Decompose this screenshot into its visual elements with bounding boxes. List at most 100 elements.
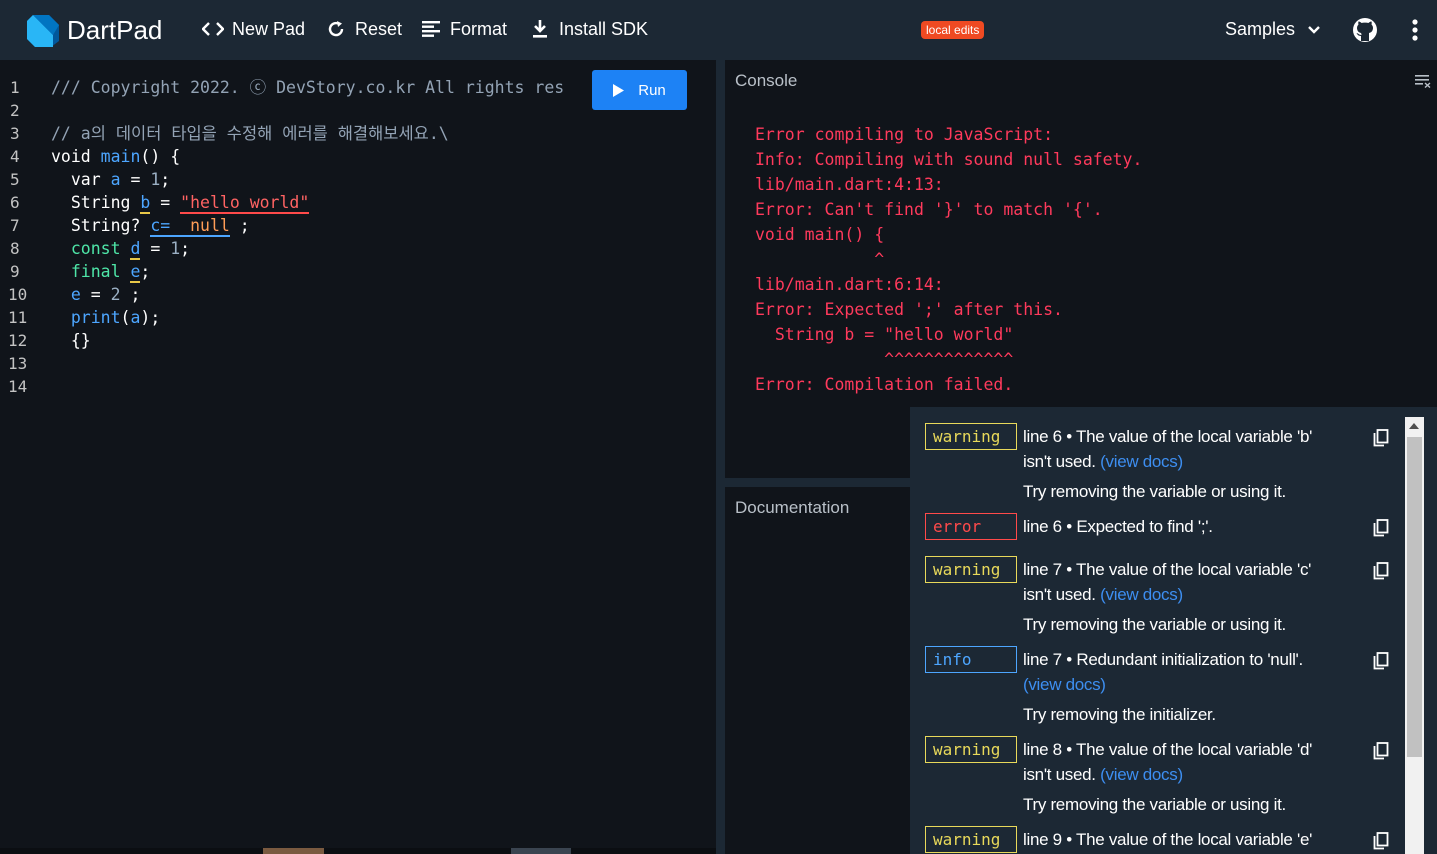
view-docs-link[interactable]: (view docs) — [1023, 675, 1106, 694]
samples-dropdown[interactable]: Samples — [1225, 19, 1321, 40]
code-token: 2 — [110, 285, 121, 304]
issue-message: line 6 • The value of the local variable… — [1023, 424, 1343, 474]
clear-console-icon[interactable] — [1415, 74, 1431, 88]
issue-fix-hint: Try removing the initializer. — [1023, 705, 1216, 724]
github-icon[interactable] — [1352, 17, 1378, 43]
issue-message-text: isn't used. — [1023, 585, 1096, 604]
line-number: 4 — [10, 147, 20, 166]
console-line: void main() { — [755, 225, 885, 244]
line-number: 13 — [8, 354, 28, 373]
line-number: 7 — [10, 216, 20, 235]
code-token: ; — [140, 262, 151, 281]
install-sdk-button[interactable]: Install SDK — [529, 18, 648, 40]
code-line: e = 2 ; — [51, 283, 564, 306]
format-label: Format — [450, 18, 508, 39]
issue-severity-tag: info — [925, 646, 1017, 673]
console-line: Error: Expected ';' after this. — [755, 300, 1063, 319]
view-docs-link[interactable]: (view docs) — [1100, 585, 1183, 604]
code-token: a — [110, 170, 121, 189]
issue-message: line 7 • Redundant initialization to 'nu… — [1023, 647, 1343, 697]
issue-message: line 7 • The value of the local variable… — [1023, 557, 1343, 607]
code-token: print — [70, 308, 121, 327]
code-token: main — [100, 147, 141, 166]
code-editor[interactable]: 1 2 3 4 5 6 7 8 9 10 11 12 13 14 /// Copyright 2022. … — [0, 60, 716, 848]
scroll-up-arrow-icon[interactable] — [1409, 423, 1419, 429]
format-align-icon — [420, 18, 442, 40]
issue-severity-tag: warning — [925, 826, 1017, 853]
console-line: lib/main.dart:6:14: — [755, 275, 944, 294]
line-number: 6 — [10, 193, 20, 212]
split-divider[interactable] — [716, 60, 725, 854]
line-number: 11 — [8, 308, 28, 327]
code-token: ; — [160, 170, 171, 189]
issues-scrollbar-thumb[interactable] — [1407, 437, 1422, 757]
console-line: ^^^^^^^^^^^^^ — [755, 350, 1014, 369]
code-token: final — [70, 262, 121, 281]
copy-icon[interactable] — [1373, 832, 1389, 850]
issue-message-text: line 6 • The value of the local variable… — [1023, 427, 1313, 446]
code-token: d — [130, 239, 141, 260]
more-vert-icon[interactable] — [1408, 18, 1422, 42]
new-pad-button[interactable]: New Pad — [202, 18, 305, 40]
line-number: 9 — [10, 262, 20, 281]
console-line: String b = "hello world" — [755, 325, 1014, 344]
code-token: e — [70, 285, 81, 304]
format-button[interactable]: Format — [420, 18, 507, 40]
view-docs-link[interactable]: (view docs) — [1100, 765, 1183, 784]
code-token: ; — [180, 239, 191, 258]
chevron-down-icon — [1308, 25, 1320, 34]
code-line: print(a); — [51, 306, 564, 329]
console-line: Info: Compiling with sound null safety. — [755, 150, 1143, 169]
copy-icon[interactable] — [1373, 519, 1389, 537]
code-token: = — [80, 285, 111, 304]
issue-message-text: isn't used. — [1023, 765, 1096, 784]
code-token: e — [130, 262, 141, 283]
issue-message-text: line 7 • Redundant initialization to 'nu… — [1023, 650, 1303, 669]
issue-message-text: line 6 • Expected to find ';'. — [1023, 517, 1213, 536]
code-line: void main() { — [51, 145, 564, 168]
code-token: = — [150, 193, 181, 212]
code-line: // a의 데이터 타입을 수정해 에러를 해결해보세요.\ — [51, 124, 449, 143]
run-label: Run — [638, 81, 666, 99]
issue-fix-hint: Try removing the variable or using it. — [1023, 795, 1286, 814]
code-token: void — [51, 147, 101, 166]
issue-message-text: line 9 • The value of the local variable… — [1023, 830, 1313, 849]
scrollbar-marker — [511, 848, 571, 854]
console-title: Console — [735, 71, 798, 90]
code-token: ; — [229, 216, 250, 235]
view-docs-link[interactable]: (view docs) — [1100, 452, 1183, 471]
copy-icon[interactable] — [1373, 562, 1389, 580]
console-line: ^ — [755, 250, 885, 269]
console-line: lib/main.dart:4:13: — [755, 175, 944, 194]
code-token — [170, 216, 191, 237]
issue-severity-tag: warning — [925, 423, 1017, 450]
code-token: String — [51, 193, 141, 212]
code-token: 1 — [170, 239, 181, 258]
code-lines[interactable]: /// Copyright 2022. ⓒ DevStory.co.kr All… — [51, 76, 564, 352]
download-icon — [529, 18, 551, 40]
code-token: () { — [140, 147, 181, 166]
brand-title: DartPad — [67, 15, 163, 45]
code-line: const d = 1; — [51, 237, 564, 260]
dart-logo-icon — [27, 15, 59, 47]
copy-icon[interactable] — [1373, 429, 1389, 447]
reset-button[interactable]: Reset — [325, 18, 402, 40]
copy-icon[interactable] — [1373, 742, 1389, 760]
editor-horizontal-scrollbar[interactable] — [0, 848, 716, 854]
code-line: var a = 1; — [51, 168, 564, 191]
copy-icon[interactable] — [1373, 652, 1389, 670]
issue-message-text: line 7 • The value of the local variable… — [1023, 560, 1312, 579]
code-line: {} — [51, 331, 91, 350]
code-token: ( — [120, 308, 131, 327]
console-line: Error: Can't find '}' to match '{'. — [755, 200, 1103, 219]
code-token: ); — [140, 308, 161, 327]
scrollbar-marker — [263, 848, 324, 854]
issue-message-text: line 8 • The value of the local variable… — [1023, 740, 1313, 759]
refresh-icon — [325, 18, 347, 40]
code-token: = — [140, 239, 171, 258]
run-button[interactable]: Run — [592, 70, 687, 110]
